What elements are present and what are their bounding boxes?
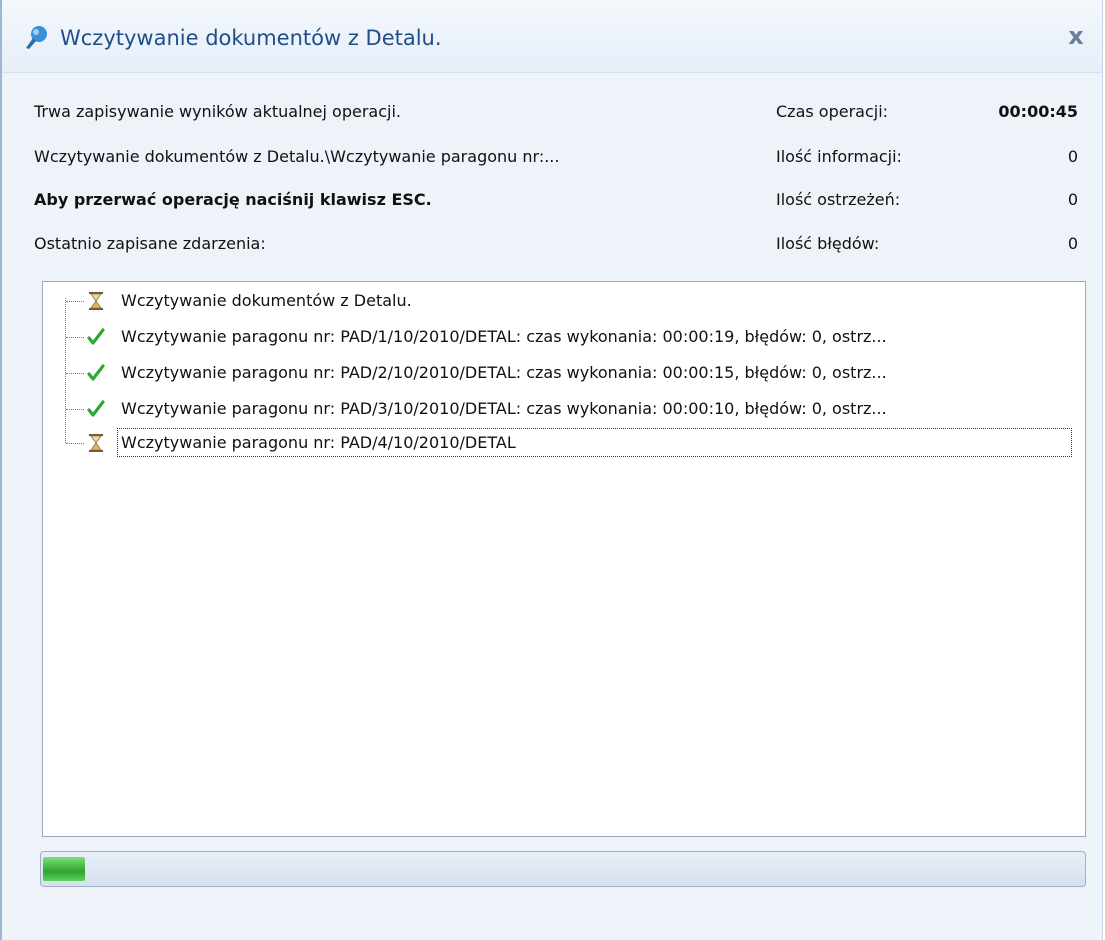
operation-time-label: Czas operacji: [776, 102, 889, 121]
status-esc-hint: Aby przerwać operację naciśnij klawisz E… [34, 190, 432, 209]
checkmark-icon [87, 364, 105, 381]
recent-events-label: Ostatnio zapisane zdarzenia: [34, 234, 266, 253]
event-text: Wczytywanie paragonu nr: PAD/4/10/2010/D… [117, 428, 1072, 457]
errors-count-value: 0 [1067, 234, 1078, 253]
event-text: Wczytywanie paragonu nr: PAD/3/10/2010/D… [121, 399, 887, 418]
status-saving-text: Trwa zapisywanie wyników aktualnej opera… [34, 102, 401, 121]
tree-branch [66, 301, 84, 302]
tree-branch [66, 443, 84, 444]
info-count-value: 0 [1067, 147, 1078, 166]
dialog-window: Wczytywanie dokumentów z Detalu. x Trwa … [0, 0, 1103, 940]
tree-branch [66, 373, 84, 374]
progress-fill [43, 857, 85, 881]
hourglass-icon [89, 292, 103, 310]
checkmark-icon [87, 400, 105, 417]
errors-count-label: Ilość błędów: [776, 234, 880, 253]
tree-branch [66, 409, 84, 410]
tree-branch [66, 337, 84, 338]
progress-bar [40, 851, 1086, 887]
tree-item[interactable]: Wczytywanie paragonu nr: PAD/1/10/2010/D… [43, 320, 1083, 356]
tree-item[interactable]: Wczytywanie dokumentów z Detalu. [43, 284, 1083, 320]
title-bar[interactable]: Wczytywanie dokumentów z Detalu. x [2, 0, 1102, 73]
event-text: Wczytywanie dokumentów z Detalu. [121, 291, 412, 310]
tree-item[interactable]: Wczytywanie paragonu nr: PAD/2/10/2010/D… [43, 356, 1083, 392]
checkmark-icon [87, 328, 105, 345]
warnings-count-value: 0 [1067, 190, 1078, 209]
close-button[interactable]: x [1064, 24, 1088, 48]
info-count-label: Ilość informacji: [776, 147, 902, 166]
event-text: Wczytywanie paragonu nr: PAD/2/10/2010/D… [121, 363, 887, 382]
status-operation-path: Wczytywanie dokumentów z Detalu.\Wczytyw… [34, 147, 560, 166]
tree-item[interactable]: Wczytywanie paragonu nr: PAD/4/10/2010/D… [43, 426, 1083, 462]
event-text: Wczytywanie paragonu nr: PAD/1/10/2010/D… [121, 327, 887, 346]
app-pin-icon [26, 26, 47, 49]
tree-item[interactable]: Wczytywanie paragonu nr: PAD/3/10/2010/D… [43, 392, 1083, 428]
window-title: Wczytywanie dokumentów z Detalu. [60, 26, 442, 50]
events-tree[interactable]: Wczytywanie dokumentów z Detalu. Wczytyw… [42, 281, 1086, 837]
operation-time-value: 00:00:45 [998, 102, 1078, 121]
hourglass-icon [89, 434, 103, 452]
warnings-count-label: Ilość ostrzeżeń: [776, 190, 901, 209]
